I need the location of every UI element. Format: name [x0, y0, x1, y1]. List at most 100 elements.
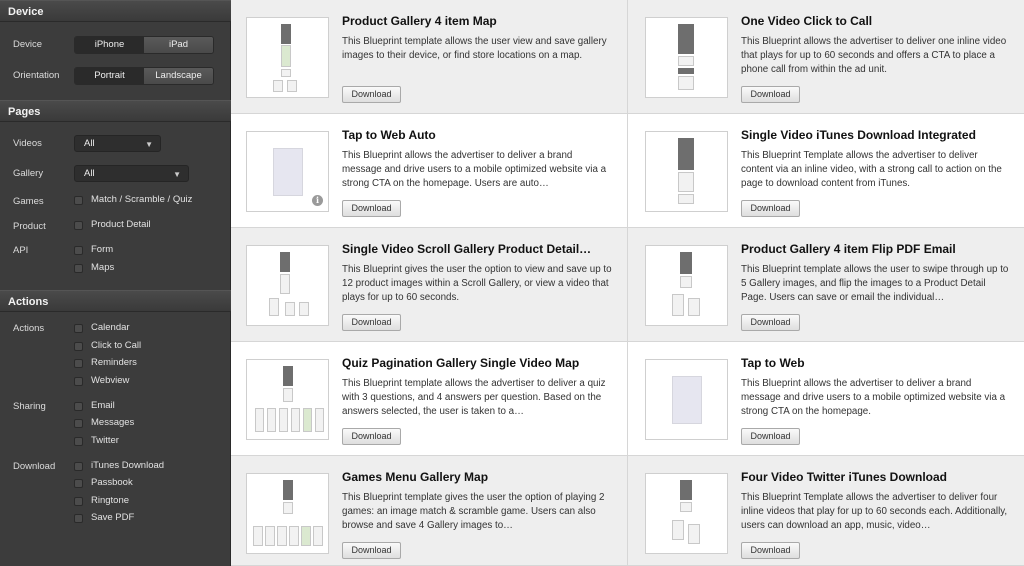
device-section-header: Device: [0, 0, 231, 22]
checkbox-box[interactable]: [74, 437, 83, 446]
sharing-label: Sharing: [13, 401, 46, 412]
download-button[interactable]: Download: [741, 542, 800, 559]
blueprint-card[interactable]: Games Menu Gallery Map This Blueprint te…: [231, 456, 628, 566]
product-detail-checkbox-label: Product Detail: [91, 219, 151, 230]
card-title[interactable]: Tap to Web Auto: [342, 128, 436, 142]
sharing-row: Sharing Email Messages Twitter: [0, 400, 231, 452]
device-ipad-button[interactable]: iPad: [144, 37, 213, 53]
download-button[interactable]: Download: [342, 542, 401, 559]
gallery-dropdown[interactable]: All ▼: [74, 165, 189, 182]
videos-dropdown[interactable]: All ▼: [74, 135, 161, 152]
videos-row: Videos All ▼: [0, 135, 231, 155]
blueprint-card[interactable]: i Tap to Web Auto This Blueprint allows …: [231, 114, 628, 228]
chevron-down-icon: ▼: [173, 170, 181, 179]
card-title[interactable]: Quiz Pagination Gallery Single Video Map: [342, 356, 579, 370]
blueprint-thumbnail[interactable]: [645, 17, 728, 98]
product-label: Product: [13, 221, 46, 232]
orientation-landscape-button[interactable]: Landscape: [144, 68, 213, 84]
card-title[interactable]: Product Gallery 4 item Map: [342, 14, 497, 28]
blueprint-card[interactable]: Four Video Twitter iTunes Download This …: [628, 456, 1024, 566]
download-button[interactable]: Download: [741, 86, 800, 103]
download-label: Download: [13, 461, 56, 472]
blueprint-card[interactable]: Product Gallery 4 item Map This Blueprin…: [231, 0, 628, 114]
sidebar: Device Device iPhone iPad Orientation Po…: [0, 0, 231, 566]
checkbox-box[interactable]: [74, 462, 83, 471]
email-checkbox-label: Email: [91, 400, 115, 411]
checkbox-box[interactable]: [74, 196, 83, 205]
api-maps-checkbox-label: Maps: [91, 262, 115, 273]
games-checkbox-label: Match / Scramble / Quiz: [91, 194, 193, 205]
download-button[interactable]: Download: [342, 86, 401, 103]
blueprint-thumbnail[interactable]: [246, 17, 329, 98]
orientation-label: Orientation: [13, 70, 60, 81]
card-description: This Blueprint allows the advertiser to …: [741, 36, 1007, 75]
card-description: This Blueprint allows the advertiser to …: [342, 150, 607, 189]
checkbox-box[interactable]: [74, 377, 83, 386]
product-row: Product Product Detail: [0, 219, 231, 235]
download-button[interactable]: Download: [741, 314, 800, 331]
checkbox-box[interactable]: [74, 342, 83, 351]
checkbox-box[interactable]: [74, 264, 83, 273]
checkbox-box[interactable]: [74, 497, 83, 506]
blueprint-thumbnail[interactable]: [246, 473, 329, 554]
blueprint-thumbnail[interactable]: [645, 359, 728, 440]
device-iphone-button[interactable]: iPhone: [75, 37, 144, 53]
messages-checkbox-label: Messages: [91, 417, 135, 428]
card-description: This Blueprint Template allows the adver…: [741, 150, 1002, 189]
actions-label: Actions: [13, 323, 45, 334]
blueprint-card[interactable]: Single Video iTunes Download Integrated …: [628, 114, 1024, 228]
pages-section-header: Pages: [0, 100, 231, 122]
blueprint-card[interactable]: Tap to Web This Blueprint allows the adv…: [628, 342, 1024, 456]
checkbox-box[interactable]: [74, 221, 83, 230]
download-button[interactable]: Download: [342, 428, 401, 445]
orientation-segmented-control: Portrait Landscape: [74, 67, 214, 85]
api-form-checkbox-label: Form: [91, 244, 114, 255]
blueprint-card[interactable]: Single Video Scroll Gallery Product Deta…: [231, 228, 628, 342]
chevron-down-icon: ▼: [145, 140, 153, 149]
info-icon[interactable]: i: [312, 195, 323, 206]
checkbox-box[interactable]: [74, 402, 83, 411]
webview-checkbox-label: Webview: [91, 375, 130, 386]
checkbox-box[interactable]: [74, 359, 83, 368]
checkbox-box[interactable]: [74, 479, 83, 488]
checkbox-box[interactable]: [74, 514, 83, 523]
blueprint-thumbnail[interactable]: [246, 245, 329, 326]
blueprint-thumbnail[interactable]: i: [246, 131, 329, 212]
download-button[interactable]: Download: [741, 200, 800, 217]
blueprint-thumbnail[interactable]: [645, 131, 728, 212]
orientation-portrait-button[interactable]: Portrait: [75, 68, 144, 84]
checkbox-box[interactable]: [74, 324, 83, 333]
card-title[interactable]: Four Video Twitter iTunes Download: [741, 470, 947, 484]
card-description: This Blueprint template allows the user …: [741, 264, 1009, 303]
checkbox-box[interactable]: [74, 246, 83, 255]
blueprint-card[interactable]: Quiz Pagination Gallery Single Video Map…: [231, 342, 628, 456]
device-row: Device iPhone iPad: [0, 36, 231, 56]
card-description: This Blueprint template allows the user …: [342, 36, 607, 61]
download-button[interactable]: Download: [342, 314, 401, 331]
download-button[interactable]: Download: [741, 428, 800, 445]
card-description: This Blueprint Template allows the adver…: [741, 492, 1008, 531]
orientation-row: Orientation Portrait Landscape: [0, 67, 231, 87]
download-button[interactable]: Download: [342, 200, 401, 217]
blueprint-thumbnail[interactable]: [645, 245, 728, 326]
card-title[interactable]: Single Video iTunes Download Integrated: [741, 128, 976, 142]
twitter-checkbox-label: Twitter: [91, 435, 119, 446]
videos-label: Videos: [13, 138, 42, 149]
blueprint-grid: Product Gallery 4 item Map This Blueprin…: [231, 0, 1024, 566]
actions-section-header: Actions: [0, 290, 231, 312]
checkbox-box[interactable]: [74, 419, 83, 428]
blueprint-card[interactable]: Product Gallery 4 item Flip PDF Email Th…: [628, 228, 1024, 342]
card-title[interactable]: Games Menu Gallery Map: [342, 470, 488, 484]
card-title[interactable]: Single Video Scroll Gallery Product Deta…: [342, 242, 591, 256]
blueprint-thumbnail[interactable]: [246, 359, 329, 440]
card-description: This Blueprint template allows the adver…: [342, 378, 606, 417]
blueprint-thumbnail[interactable]: [645, 473, 728, 554]
card-title[interactable]: One Video Click to Call: [741, 14, 872, 28]
gallery-label: Gallery: [13, 168, 44, 179]
card-title[interactable]: Tap to Web: [741, 356, 805, 370]
download-row: Download iTunes Download Passbook Ringto…: [0, 460, 231, 530]
card-title[interactable]: Product Gallery 4 item Flip PDF Email: [741, 242, 956, 256]
device-label: Device: [13, 39, 43, 50]
ringtone-checkbox-label: Ringtone: [91, 495, 130, 506]
blueprint-card[interactable]: One Video Click to Call This Blueprint a…: [628, 0, 1024, 114]
